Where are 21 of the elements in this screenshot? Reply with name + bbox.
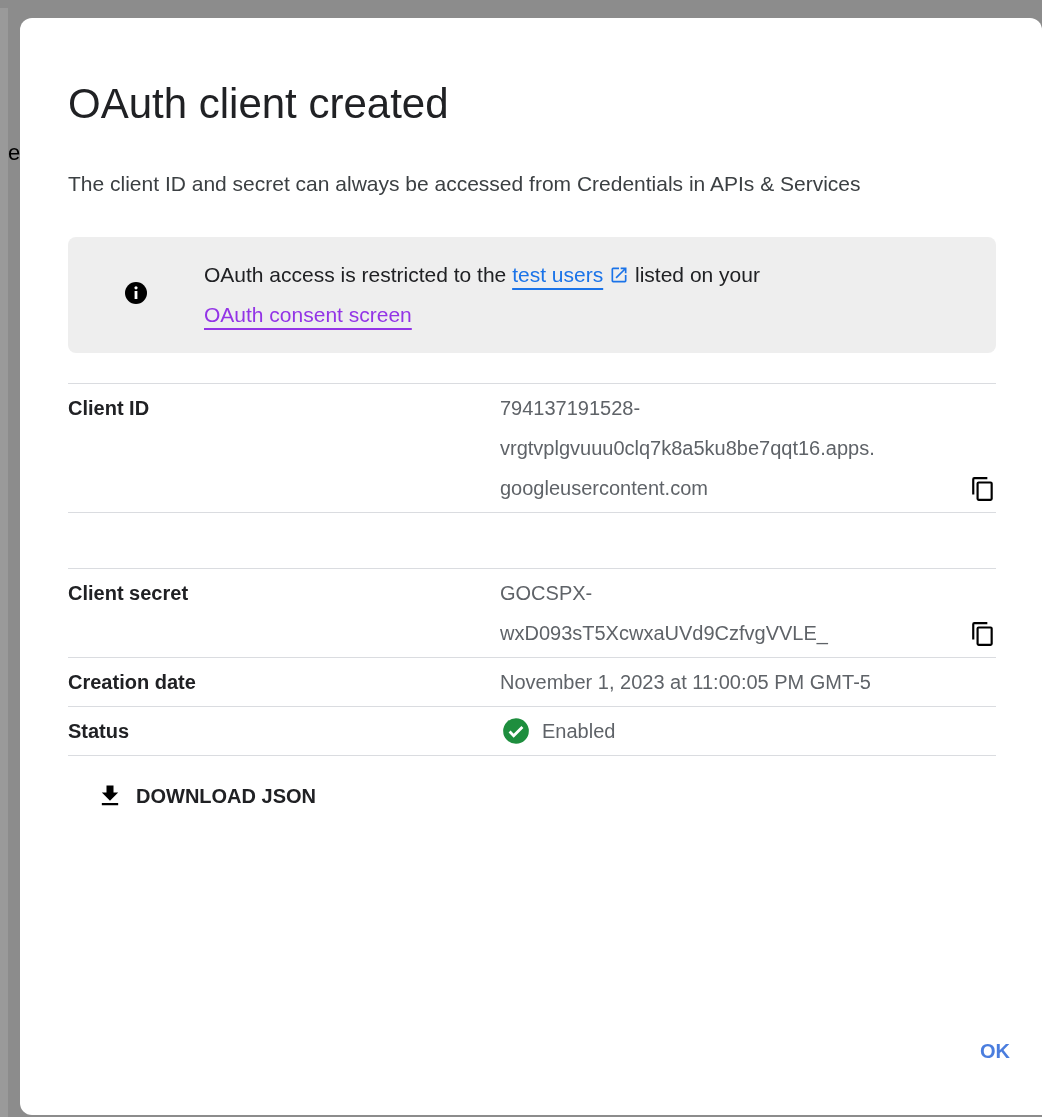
description-text: The client ID and secret can always be accessed from Credentials in APIs & Services — [68, 171, 862, 197]
external-link-icon — [609, 265, 630, 285]
field-label: Creation date — [68, 670, 197, 695]
field-label: Client ID — [68, 396, 151, 421]
field-value: 794137191528- vrgtvplgvuuu0clq7k8a5ku8be7qqt16.apps. googleusercontent.com — [500, 396, 876, 501]
copy-icon[interactable] — [970, 621, 996, 647]
status-text: Enabled — [542, 719, 617, 744]
notice-text: OAuth access is restricted to the test users listed on your OAuth consent screen — [204, 262, 760, 328]
field-label: Client secret — [68, 581, 190, 606]
copy-icon[interactable] — [970, 476, 996, 502]
ok-button[interactable]: OK — [974, 1032, 1016, 1071]
field-label: Status — [68, 719, 131, 744]
download-json-button[interactable]: DOWNLOAD JSON — [92, 774, 320, 818]
field-value: November 1, 2023 at 11:00:05 PM GMT-5 — [500, 670, 872, 695]
consent-screen-link[interactable]: OAuth consent screen — [204, 303, 412, 326]
info-icon — [124, 281, 148, 305]
background-text: e — [8, 140, 20, 166]
test-users-link[interactable]: test users — [512, 263, 630, 286]
dialog-title: OAuth client created — [68, 79, 450, 129]
check-circle-icon — [502, 717, 530, 745]
field-value: GOCSPX- wxD093sT5XcwxaUVd9CzfvgVVLE_ — [500, 581, 829, 647]
